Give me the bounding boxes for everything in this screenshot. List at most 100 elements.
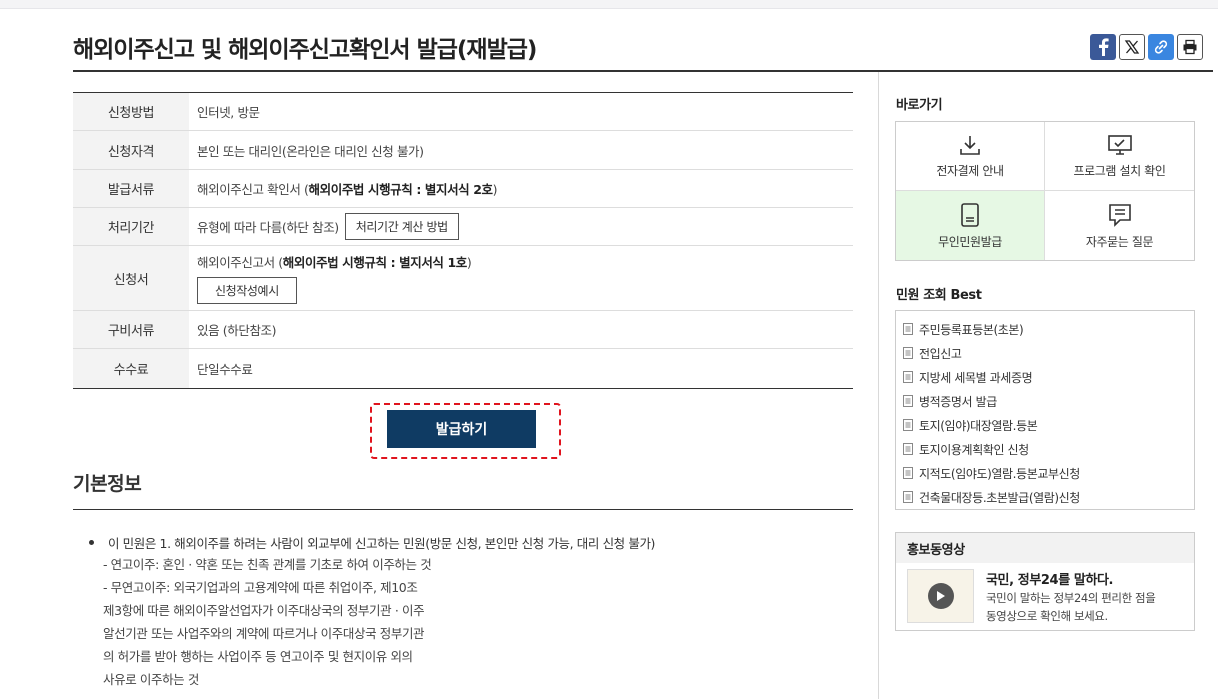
processing-time-calc-button[interactable]: 처리기간 계산 방법 xyxy=(344,213,459,240)
monitor-check-icon xyxy=(1107,135,1132,155)
basic-info-description: 이 민원은 1. 해외이주를 하려는 사람이 외교부에 신고하는 민원(방문 신… xyxy=(86,532,856,690)
top-bar xyxy=(0,0,1218,9)
bullet-icon xyxy=(89,539,94,545)
video-description-line: 동영상으로 확인해 보세요. xyxy=(986,609,1108,623)
description-line: - 연고이주: 혼인 · 약혼 또는 친족 관계를 기초로 하여 이주하는 것 xyxy=(103,557,432,572)
shortcut-label: 자주묻는 질문 xyxy=(1085,234,1154,249)
shortcut-label: 무인민원발급 xyxy=(938,234,1002,249)
play-icon xyxy=(927,583,954,609)
document-icon xyxy=(903,419,913,431)
value-bold-text: 해외이주법 시행규칙 : 별지서식 2호 xyxy=(308,182,494,197)
table-row: 신청방법 인터넷, 방문 xyxy=(73,93,853,131)
download-icon xyxy=(960,136,980,155)
shortcut-faq[interactable]: 자주묻는 질문 xyxy=(1045,191,1194,260)
list-item[interactable]: 토지(임야)대장열람.등본 xyxy=(896,413,1194,437)
value-text: 유형에 따라 다름(하단 참조) xyxy=(197,220,339,235)
list-item[interactable]: 토지이용계획확인 신청 xyxy=(896,437,1194,461)
description-line: - 무연고이주: 외국기업과의 고용계약에 따른 취업이주, 제10조 xyxy=(103,580,418,595)
table-row: 신청서 해외이주신고서 (해외이주법 시행규칙 : 별지서식 1호) 신청작성예… xyxy=(73,246,853,311)
list-item-label: 건축물대장등.초본발급(열람)신청 xyxy=(919,490,1080,505)
form-example-button[interactable]: 신청작성예시 xyxy=(197,277,297,304)
print-icon xyxy=(1183,39,1197,55)
x-share-button[interactable] xyxy=(1119,34,1145,60)
document-icon xyxy=(903,491,913,503)
list-item-label: 지방세 세목별 과세증명 xyxy=(919,370,1033,385)
link-copy-button[interactable] xyxy=(1148,34,1174,60)
promo-body: 국민, 정부24를 말하다. 국민이 말하는 정부24의 편리한 점을 동영상으… xyxy=(896,563,1194,630)
facebook-share-button[interactable] xyxy=(1090,34,1116,60)
list-item[interactable]: 지방세 세목별 과세증명 xyxy=(896,365,1194,389)
shortcut-label: 전자결제 안내 xyxy=(936,164,1004,178)
description-text: 이 민원은 1. 해외이주를 하려는 사람이 외교부에 신고하는 민원(방문 신… xyxy=(108,535,656,551)
row-value: 유형에 따라 다름(하단 참조) 처리기간 계산 방법 xyxy=(189,208,853,245)
list-item-label: 토지이용계획확인 신청 xyxy=(919,442,1029,457)
best-title: 민원 조회 Best xyxy=(896,288,982,303)
shortcut-kiosk[interactable]: 무인민원발급 xyxy=(896,191,1045,260)
description-line: 의 허가를 받아 행하는 사업이주 등 연고이주 및 현지이유 외의 xyxy=(103,649,413,664)
row-label: 수수료 xyxy=(73,349,189,388)
document-icon xyxy=(903,323,913,335)
document-icon xyxy=(903,371,913,383)
row-label: 처리기간 xyxy=(73,208,189,245)
video-description-line: 국민이 말하는 정부24의 편리한 점을 xyxy=(986,591,1156,605)
row-label: 발급서류 xyxy=(73,170,189,207)
title-divider xyxy=(73,70,1213,72)
shortcut-label: 프로그램 설치 확인 xyxy=(1073,164,1166,178)
shortcuts-title: 바로가기 xyxy=(896,98,943,113)
description-line: 사유로 이주하는 것 xyxy=(103,672,199,687)
table-row: 구비서류 있음 (하단참조) xyxy=(73,311,853,349)
description-line: 알선기관 또는 사업주와의 계약에 따르거나 이주대상국 정부기관 xyxy=(103,626,425,641)
shortcut-e-payment[interactable]: 전자결제 안내 xyxy=(896,122,1045,191)
kiosk-icon xyxy=(961,202,979,227)
list-item-label: 주민등록표등본(초본) xyxy=(919,322,1024,337)
row-value: 본인 또는 대리인(온라인은 대리인 신청 불가) xyxy=(197,143,424,159)
row-value: 해외이주신고 확인서 (해외이주법 시행규칙 : 별지서식 2호) xyxy=(189,170,853,207)
row-label: 구비서류 xyxy=(73,311,189,348)
table-row: 수수료 단일수수료 xyxy=(73,349,853,388)
list-item[interactable]: 전입신고 xyxy=(896,341,1194,365)
print-button[interactable] xyxy=(1177,34,1203,60)
promo-title: 홍보동영상 xyxy=(896,533,1194,563)
promo-video-box: 홍보동영상 국민, 정부24를 말하다. 국민이 말하는 정부24의 편리한 점… xyxy=(895,532,1195,631)
row-label: 신청서 xyxy=(73,246,189,310)
document-icon xyxy=(903,347,913,359)
section-title-basic-info: 기본정보 xyxy=(73,473,142,495)
page-title: 해외이주신고 및 해외이주신고확인서 발급(재발급) xyxy=(73,37,537,63)
document-icon xyxy=(903,467,913,479)
value-text: 해외이주신고 확인서 ( xyxy=(197,182,309,197)
list-item[interactable]: 병적증명서 발급 xyxy=(896,389,1194,413)
x-icon xyxy=(1124,40,1140,54)
row-value: 해외이주신고서 (해외이주법 시행규칙 : 별지서식 1호) 신청작성예시 xyxy=(189,246,853,310)
issue-button[interactable]: 발급하기 xyxy=(387,410,536,448)
value-text: ) xyxy=(466,255,472,270)
application-info-table: 신청방법 인터넷, 방문 신청자격 본인 또는 대리인(온라인은 대리인 신청 … xyxy=(73,92,853,389)
row-value: 인터넷, 방문 xyxy=(197,105,260,120)
facebook-icon xyxy=(1099,38,1109,56)
shortcut-program-check[interactable]: 프로그램 설치 확인 xyxy=(1045,122,1194,191)
list-item[interactable]: 지적도(임야도)열람.등본교부신청 xyxy=(896,461,1194,485)
video-description: 국민이 말하는 정부24의 편리한 점을 동영상으로 확인해 보세요. xyxy=(986,589,1156,625)
row-value: 단일수수료 xyxy=(197,362,253,377)
section-divider xyxy=(73,509,853,510)
list-item-label: 지적도(임야도)열람.등본교부신청 xyxy=(919,466,1080,481)
row-value: 있음 (하단참조) xyxy=(197,323,277,338)
list-item-label: 전입신고 xyxy=(919,346,962,361)
table-row: 신청자격 본인 또는 대리인(온라인은 대리인 신청 불가) xyxy=(73,131,853,170)
column-divider xyxy=(878,72,879,699)
row-label: 신청방법 xyxy=(73,93,189,130)
value-text: 해외이주신고서 ( xyxy=(197,255,283,270)
value-text: ) xyxy=(492,182,498,197)
video-title-link[interactable]: 국민, 정부24를 말하다. xyxy=(986,569,1114,588)
list-item-label: 병적증명서 발급 xyxy=(919,394,997,409)
document-icon xyxy=(903,395,913,407)
row-label: 신청자격 xyxy=(73,131,189,169)
shortcuts-grid: 전자결제 안내 프로그램 설치 확인 무인민원발급 자주묻는 질문 xyxy=(895,121,1195,261)
document-icon xyxy=(903,443,913,455)
table-row: 발급서류 해외이주신고 확인서 (해외이주법 시행규칙 : 별지서식 2호) xyxy=(73,170,853,208)
list-item[interactable]: 주민등록표등본(초본) xyxy=(896,317,1194,341)
link-icon xyxy=(1154,40,1168,54)
video-thumbnail[interactable] xyxy=(907,569,974,623)
value-bold-text: 해외이주법 시행규칙 : 별지서식 1호 xyxy=(282,255,468,270)
list-item: 이 민원은 1. 해외이주를 하려는 사람이 외교부에 신고하는 민원(방문 신… xyxy=(86,532,856,552)
list-item[interactable]: 건축물대장등.초본발급(열람)신청 xyxy=(896,485,1194,509)
